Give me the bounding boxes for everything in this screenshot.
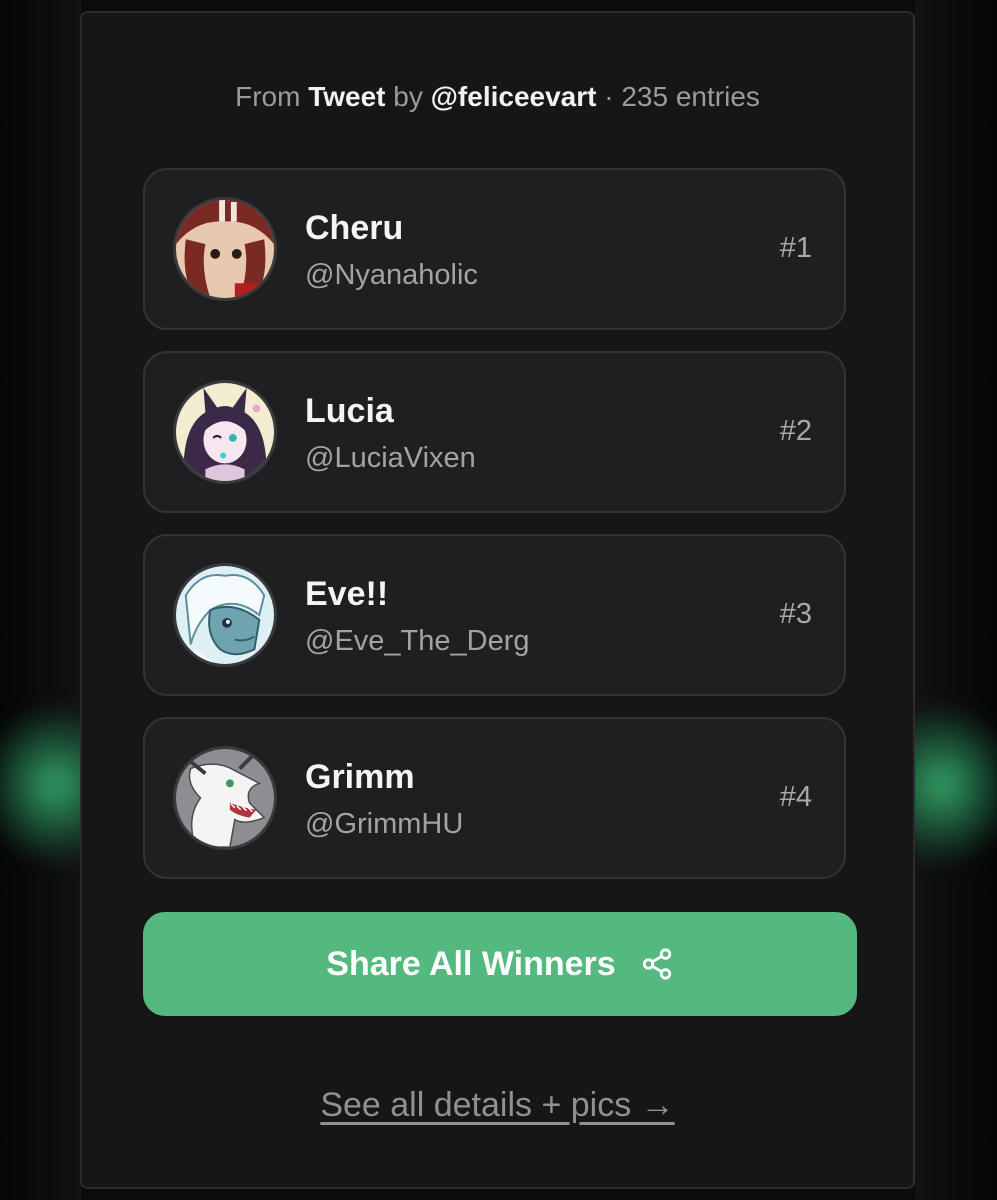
- avatar-icon: [176, 200, 274, 298]
- avatar: [173, 563, 277, 667]
- avatar: [173, 197, 277, 301]
- source-separator: ·: [604, 81, 614, 112]
- avatar: [173, 380, 277, 484]
- avatar-icon: [176, 749, 274, 847]
- winner-rank: #4: [779, 781, 812, 813]
- share-icon: [642, 948, 671, 980]
- winners-list: Cheru @Nyanaholic #1 Lucia @LuciaVixen #…: [143, 168, 846, 900]
- winner-handle[interactable]: @Eve_The_Derg: [305, 622, 530, 660]
- source-line: From Tweet by @feliceevart · 235 entries: [82, 77, 913, 117]
- avatar-icon: [176, 566, 274, 664]
- source-platform: Tweet: [308, 81, 386, 112]
- source-prefix: From: [235, 81, 301, 112]
- winner-rank: #2: [779, 415, 812, 447]
- winner-name: Lucia: [305, 392, 394, 430]
- source-by: by: [393, 81, 423, 112]
- avatar: [173, 746, 277, 850]
- see-all-details-link[interactable]: See all details + pics →: [82, 1083, 913, 1127]
- winner-name: Eve!!: [305, 575, 389, 613]
- winner-rank: #1: [779, 232, 812, 264]
- winner-handle[interactable]: @GrimmHU: [305, 805, 463, 843]
- share-all-winners-button[interactable]: Share All Winners: [143, 912, 857, 1016]
- share-button-label: Share All Winners: [326, 944, 616, 983]
- background-left-shade: [0, 0, 82, 1200]
- results-card: From Tweet by @feliceevart · 235 entries: [80, 11, 915, 1189]
- winner-handle[interactable]: @Nyanaholic: [305, 256, 478, 294]
- avatar-icon: [176, 383, 274, 481]
- winner-rank: #3: [779, 598, 812, 630]
- winner-name: Cheru: [305, 209, 404, 247]
- winner-name: Grimm: [305, 758, 415, 796]
- winner-row[interactable]: Lucia @LuciaVixen #2: [143, 351, 846, 513]
- source-author: @feliceevart: [430, 81, 597, 112]
- winner-handle[interactable]: @LuciaVixen: [305, 439, 476, 477]
- winner-row[interactable]: Eve!! @Eve_The_Derg #3: [143, 534, 846, 696]
- winner-row[interactable]: Grimm @GrimmHU #4: [143, 717, 846, 879]
- source-entries: 235 entries: [621, 81, 760, 112]
- winner-row[interactable]: Cheru @Nyanaholic #1: [143, 168, 846, 330]
- background-right-shade: [915, 0, 997, 1200]
